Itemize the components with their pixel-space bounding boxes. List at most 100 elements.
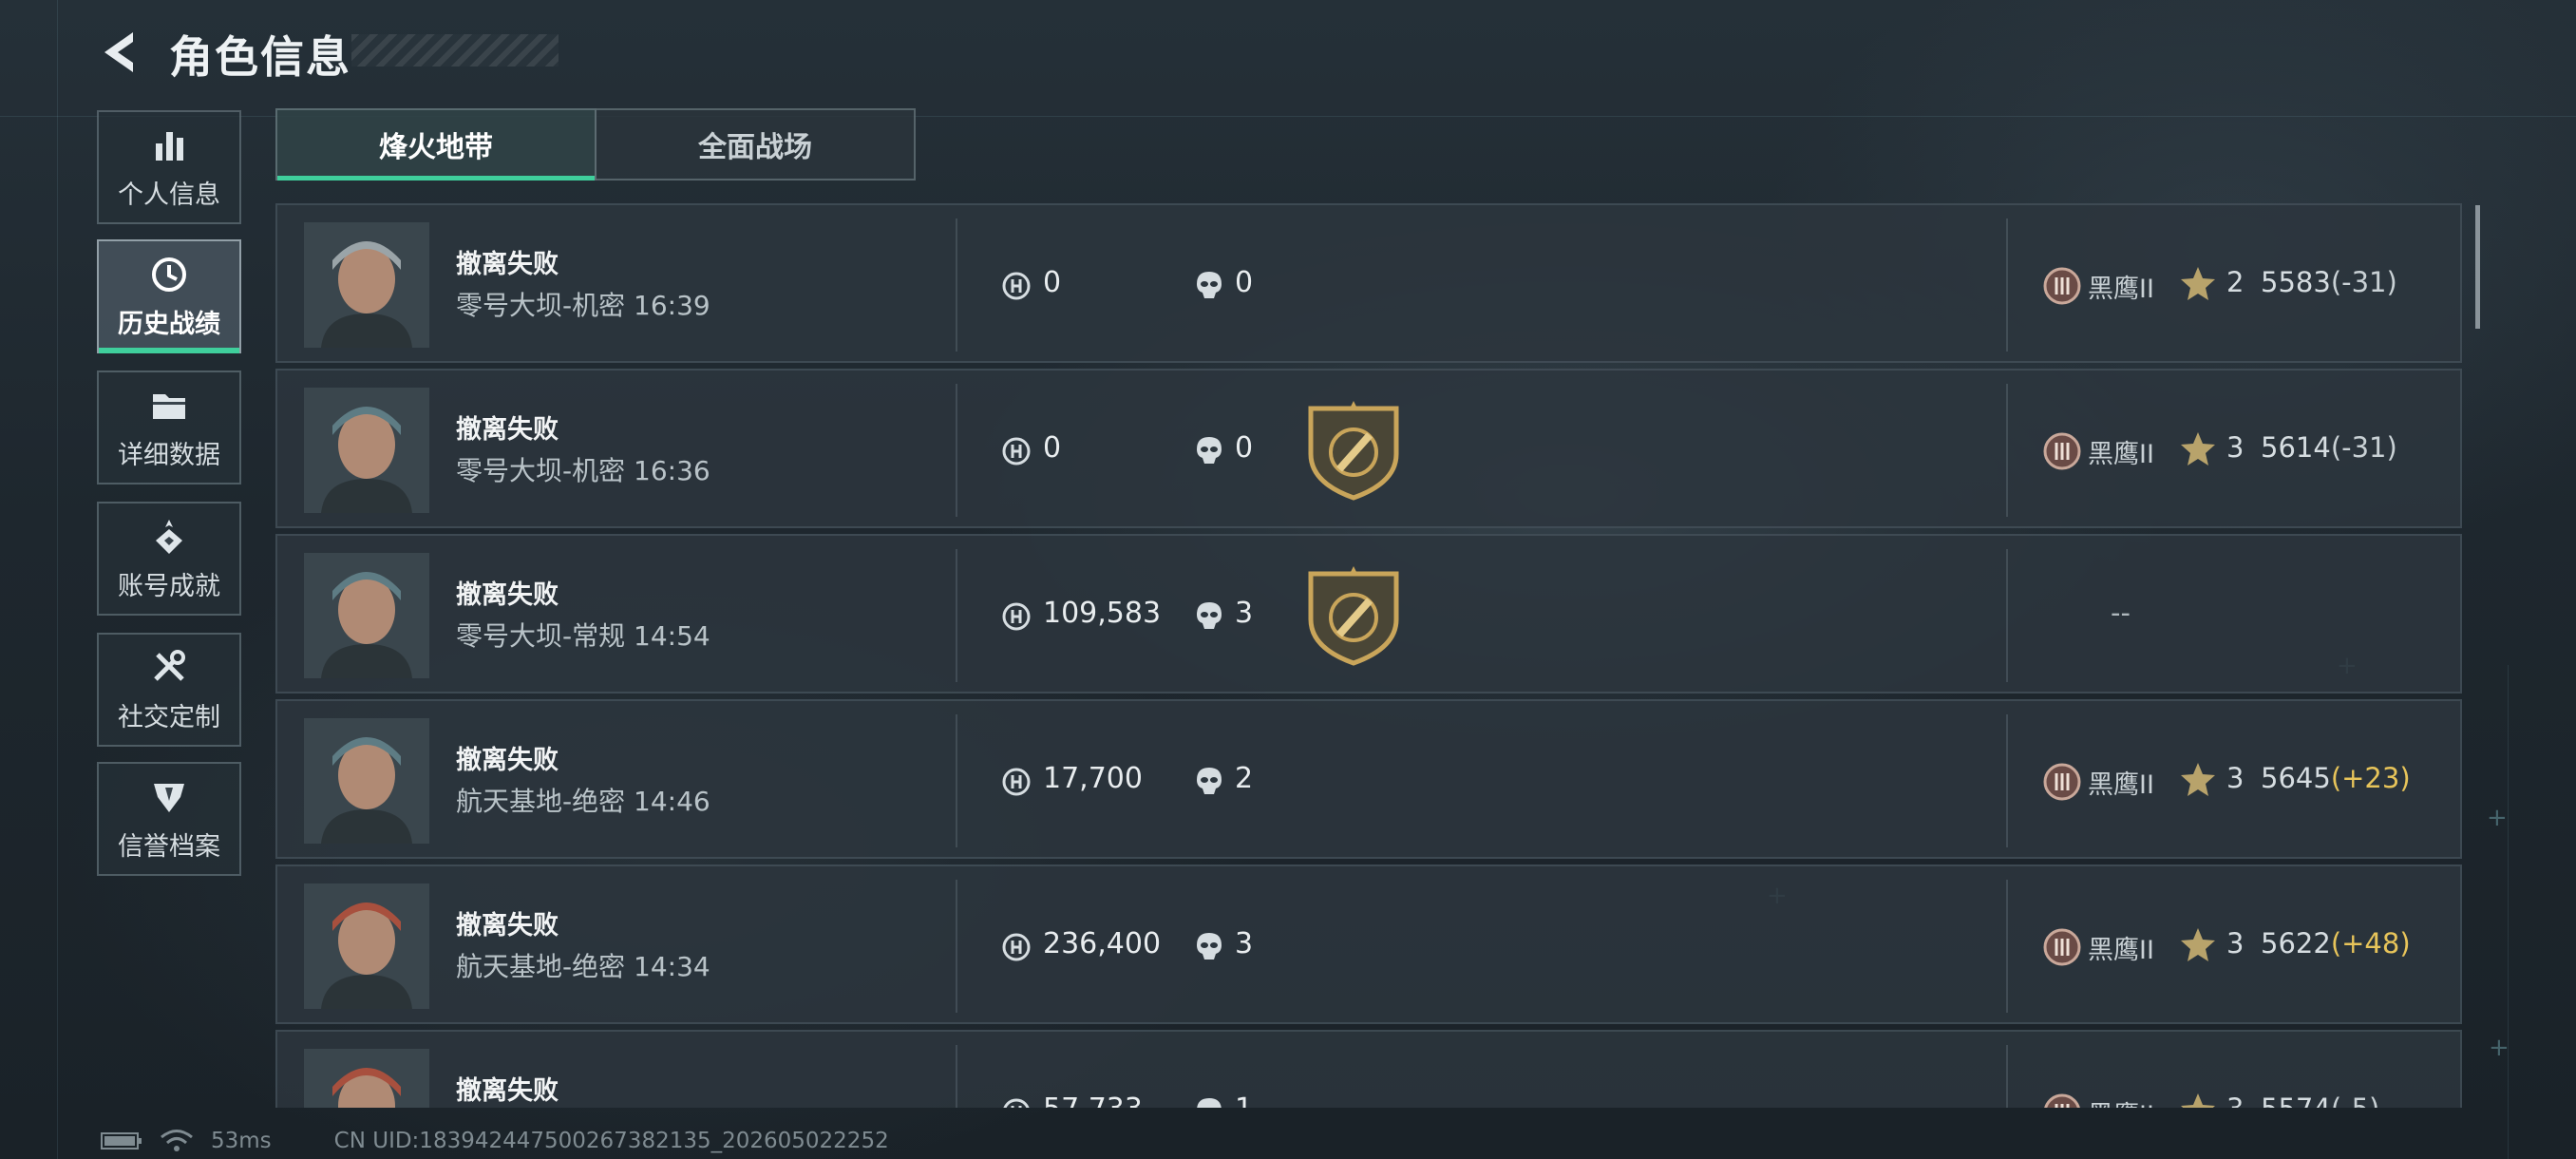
- skull-icon: [1197, 1098, 1222, 1108]
- match-record-row[interactable]: 撤离失败 航天基地-绝密 14:34 236,400 3 黑鹰II 3 5622(+48): [275, 864, 2462, 1024]
- operator-avatar: [304, 553, 429, 678]
- coin-icon: [1002, 933, 1031, 961]
- achievement-badge-icon: [1308, 566, 1399, 666]
- title-decoration: [351, 34, 559, 66]
- star-icon: [2181, 432, 2215, 466]
- operator-avatar: [304, 718, 429, 844]
- score-value: 5574: [2261, 1092, 2331, 1108]
- column-divider: [956, 218, 957, 352]
- rank-name: 黑鹰II: [2088, 1094, 2154, 1108]
- score-delta: (-31): [2330, 431, 2397, 464]
- coin-icon: [1003, 1098, 1030, 1108]
- map-and-time: 零号大坝-机密 16:36: [456, 455, 710, 486]
- star-count: 3: [2226, 431, 2245, 464]
- credit-shield-icon: [154, 783, 184, 812]
- sidebar-item-credit-record[interactable]: 信誉档案: [97, 762, 241, 876]
- column-divider: [2006, 1045, 2008, 1108]
- coin-icon: [1002, 768, 1031, 796]
- money-value: 109,583: [1043, 597, 1162, 630]
- skull-icon: [1197, 602, 1222, 629]
- sidebar-item-history[interactable]: 历史战绩: [97, 239, 241, 353]
- sidebar-item-personal-info[interactable]: 个人信息: [97, 110, 241, 224]
- match-record-row[interactable]: 撤离失败零号大坝-机密 16:36 0 0 黑鹰II 3 5614(-31): [275, 369, 2462, 528]
- no-rank-placeholder: --: [2111, 597, 2131, 629]
- operator-avatar: [304, 388, 429, 513]
- rank-score: 5583(-31): [2261, 266, 2397, 298]
- sidebar-item-label: 社交定制: [118, 702, 220, 732]
- kill-count: 0: [1235, 266, 1254, 299]
- rank-badge-icon: [2043, 432, 2081, 470]
- sidebar-item-label: 账号成就: [118, 571, 220, 601]
- money-value: 17,700: [1043, 762, 1143, 795]
- map-and-time: 航天基地-绝密 14:34: [456, 951, 710, 982]
- tab-full-battlefield[interactable]: 全面战场: [595, 108, 916, 180]
- match-record-row[interactable]: 撤离失败 零号大坝-机密 16:39 0 0 黑鹰II 2 5583(-31): [275, 203, 2462, 363]
- star-count: 2: [2226, 266, 2245, 298]
- rank-name: 黑鹰II: [2088, 770, 2154, 800]
- rank-badge-icon: [2043, 267, 2081, 305]
- match-result: 撤离失败: [456, 746, 559, 775]
- sidebar-item-detail-data[interactable]: 详细数据: [97, 370, 241, 484]
- column-divider: [2006, 549, 2008, 682]
- map-and-time: 航天基地-绝密 14:46: [456, 786, 710, 817]
- score-delta: (-5): [2331, 1092, 2380, 1108]
- skull-icon: [1197, 272, 1222, 298]
- rank-badge-icon: [2043, 928, 2081, 966]
- score-delta: (-31): [2330, 266, 2397, 298]
- rank-score: 5645(+23): [2261, 762, 2411, 794]
- rank-badge-icon: [2044, 1093, 2080, 1108]
- kill-count: 2: [1235, 762, 1254, 795]
- tab-beacon-zone[interactable]: 烽火地带: [275, 108, 597, 180]
- sidebar-item-label: 历史战绩: [118, 309, 220, 339]
- column-divider: [2006, 218, 2008, 352]
- column-divider: [2006, 384, 2008, 517]
- match-result: 撤离失败: [456, 250, 559, 279]
- match-result: 撤离失败: [456, 580, 559, 610]
- skull-icon: [1197, 437, 1222, 464]
- star-icon: [2181, 928, 2215, 961]
- kill-count: 3: [1235, 927, 1254, 960]
- coin-icon: [1002, 602, 1031, 631]
- kill-count: 0: [1235, 431, 1254, 465]
- operator-avatar: [304, 884, 429, 1009]
- battery-icon: [101, 1132, 142, 1150]
- map-and-time: 零号大坝-机密 16:39: [456, 290, 710, 321]
- column-divider: [956, 714, 957, 847]
- ping-text: 53ms: [211, 1129, 272, 1153]
- star-icon: [2181, 763, 2215, 796]
- column-divider: [956, 880, 957, 1013]
- star-count: 3: [2226, 1092, 2244, 1108]
- achievement-icon: [156, 519, 182, 554]
- star-icon: [2181, 1093, 2215, 1108]
- skull-icon: [1197, 768, 1222, 794]
- match-record-row[interactable]: 撤离失败 零号大坝-常规 14:54 109,583 3 --: [275, 534, 2462, 694]
- rank-name: 黑鹰II: [2088, 440, 2154, 469]
- page-title: 角色信息: [169, 31, 351, 83]
- match-record-row[interactable]: 撤离失败 航天基地-绝密 14:46 17,700 2 黑鹰II 3 5645(+23): [275, 699, 2462, 859]
- coin-icon: [1002, 272, 1031, 300]
- match-result: 撤离失败: [456, 415, 559, 445]
- sidebar-item-achievements[interactable]: 账号成就: [97, 502, 241, 616]
- achievement-badge-icon: [1308, 401, 1399, 501]
- money-value: 236,400: [1043, 927, 1162, 960]
- match-history-list[interactable]: 撤离失败 零号大坝-机密 16:39 0 0 黑鹰II 2 5583(-31) 撤离失败 零号大…: [275, 203, 2462, 1108]
- coin-icon: [1002, 437, 1031, 466]
- money-value: 57,733: [1043, 1092, 1143, 1108]
- money-value: 0: [1043, 431, 1062, 465]
- sidebar-item-label: 个人信息: [118, 180, 220, 210]
- score-value: 5583: [2261, 266, 2331, 298]
- star-count: 3: [2226, 927, 2245, 960]
- match-result: 撤离失败: [456, 911, 559, 940]
- rank-score: 5614(-31): [2261, 431, 2397, 464]
- kill-count: 3: [1235, 597, 1254, 630]
- back-button[interactable]: [95, 27, 146, 78]
- back-arrow-icon: [104, 32, 133, 72]
- match-record-row[interactable]: 撤离失败 57,733 1 黑鹰II 3 5574(-5): [275, 1030, 2462, 1108]
- bar-chart-icon: [156, 131, 183, 161]
- column-divider: [956, 1045, 957, 1108]
- sidebar-item-label: 详细数据: [118, 440, 220, 470]
- operator-avatar: [304, 1049, 429, 1108]
- list-scrollbar[interactable]: [2475, 205, 2480, 329]
- sidebar-item-social-custom[interactable]: 社交定制: [97, 633, 241, 747]
- column-divider: [2006, 714, 2008, 847]
